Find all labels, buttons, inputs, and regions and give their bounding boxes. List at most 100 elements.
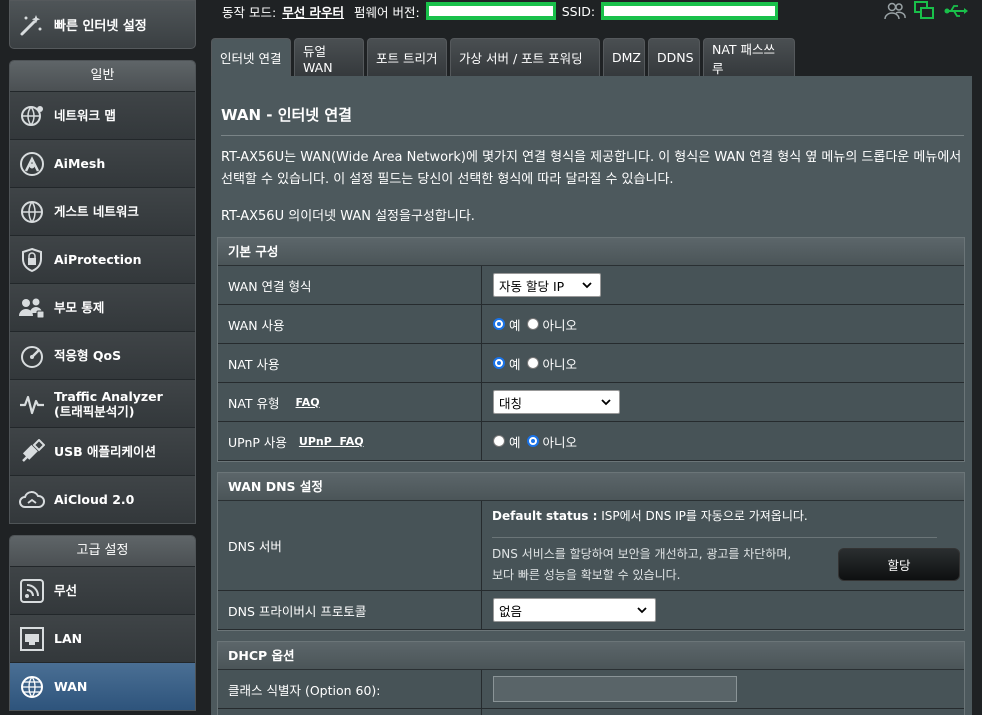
dhcp-options-section: DHCP 옵션 클래스 식별자 (Option 60): (217, 641, 965, 715)
sidebar-item-network-map[interactable]: 네트워크 맵 (10, 91, 195, 139)
dns-divider (492, 537, 937, 538)
tab-dual-wan[interactable]: 듀얼 WAN (294, 38, 364, 76)
advanced-menu-title: 고급 설정 (10, 536, 195, 566)
yes-label: 예 (509, 356, 521, 372)
page-description-2: RT-AX56U 의이더넷 WAN 설정을구성합니다. (221, 209, 475, 224)
users-icon[interactable] (884, 1, 906, 21)
dns-privacy-label: DNS 프라이버시 프로토콜 (218, 591, 482, 629)
wireless-icon (18, 577, 46, 605)
nat-type-row: NAT 유형 FAQ 대칭 (218, 383, 964, 422)
sidebar-item-parental-control[interactable]: 부모 통제 (10, 283, 195, 331)
assign-dns-button[interactable]: 할당 (838, 548, 960, 581)
wan-enable-row: WAN 사용 예 아니오 (218, 305, 964, 344)
nat-type-faq-link[interactable]: FAQ (296, 396, 320, 409)
status-icons (884, 1, 968, 21)
sidebar-item-adaptive-qos[interactable]: 적응형 QoS (10, 331, 195, 379)
globe-network-icon (18, 102, 46, 130)
sidebar-item-label: AiMesh (54, 156, 106, 171)
sidebar-item-label: AiCloud 2.0 (54, 492, 135, 507)
class-id-row: 클래스 식별자 (Option 60): (218, 670, 964, 709)
sidebar-item-wan[interactable]: WAN (10, 662, 195, 710)
nat-type-select[interactable]: 대칭 (493, 390, 620, 414)
wan-enable-no-radio[interactable]: 아니오 (526, 315, 577, 334)
nat-enable-no-radio[interactable]: 아니오 (526, 354, 578, 373)
chevron-down-icon (637, 607, 647, 614)
sidebar-item-lan[interactable]: LAN (10, 614, 195, 662)
operation-mode-link[interactable]: 무선 라우터 (282, 2, 344, 21)
main-panel: WAN - 인터넷 연결 RT-AX56U는 WAN(Wide Area Net… (211, 76, 972, 715)
sidebar-item-aiprotection[interactable]: AiProtection (10, 235, 195, 283)
title-divider (221, 135, 964, 136)
tab-port-trigger[interactable]: 포트 트리거 (367, 38, 447, 76)
radio-selected (493, 357, 505, 369)
tab-dmz[interactable]: DMZ (603, 38, 645, 76)
nat-type-label: NAT 유형 (228, 395, 280, 411)
wan-type-label: WAN 연결 형식 (218, 266, 482, 304)
sidebar-item-label: 무선 (54, 583, 78, 598)
wan-enable-label: WAN 사용 (218, 305, 482, 343)
upnp-faq-link[interactable]: UPnP FAQ (299, 435, 364, 448)
firmware-label: 펌웨어 버전: (354, 4, 420, 20)
sidebar-item-guest-network[interactable]: 게스트 네트워크 (10, 187, 195, 235)
ssid-label: SSID: (561, 3, 596, 19)
wan-dns-section: WAN DNS 설정 DNS 서버 Default status : ISP에서… (217, 472, 965, 631)
usb-status-icon[interactable] (944, 1, 968, 21)
dns-status-text: ISP에서 DNS IP를 자동으로 가져옵니다. (597, 509, 808, 523)
dns-privacy-row: DNS 프라이버시 프로토콜 없음 (218, 591, 964, 630)
basic-config-section: 기본 구성 WAN 연결 형식 자동 할당 IP WAN 사용 예 아니오 NA… (217, 237, 965, 462)
wan-type-select[interactable]: 자동 할당 IP (493, 273, 601, 297)
sidebar-item-traffic-analyzer[interactable]: Traffic Analyzer (트래픽분석기) (10, 379, 195, 427)
ssid-redacted[interactable] (601, 2, 779, 20)
globe-icon (18, 673, 46, 701)
sidebar-item-usb-application[interactable]: USB 애플리케이션 (10, 427, 195, 475)
page-description: RT-AX56U는 WAN(Wide Area Network)에 몇가지 연결… (221, 150, 962, 187)
class-id-input[interactable] (493, 676, 737, 702)
quick-internet-setup-button[interactable]: 빠른 인터넷 설정 (9, 0, 196, 49)
advanced-menu: 고급 설정 무선 LAN WAN (9, 535, 196, 711)
dns-help-line-2: 보다 빠른 성능을 확보할 수 있습니다. (492, 568, 681, 582)
wand-icon (20, 14, 42, 35)
gauge-icon (18, 342, 46, 370)
dhcp-options-header: DHCP 옵션 (218, 642, 964, 670)
network-connected-icon[interactable] (914, 1, 936, 21)
no-label: 아니오 (542, 356, 578, 372)
sidebar: 빠른 인터넷 설정 일반 네트워크 맵 AiMesh 게스트 네트워크 AiPr… (0, 0, 205, 715)
dns-status-label: Default status : (492, 509, 598, 523)
dns-help-text: DNS 서비스를 할당하여 보안을 개선하고, 광고를 차단하며, 보다 빠른 … (492, 544, 791, 586)
guest-network-icon (18, 198, 46, 226)
wan-enable-yes-radio[interactable]: 예 (493, 315, 521, 334)
wan-type-row: WAN 연결 형식 자동 할당 IP (218, 266, 964, 305)
cloud-icon (18, 486, 46, 514)
radio-selected (493, 318, 505, 330)
parental-control-icon (18, 294, 46, 322)
wan-dns-header: WAN DNS 설정 (218, 473, 964, 501)
dns-privacy-value: 없음 (499, 603, 523, 619)
pulse-icon (18, 390, 46, 418)
sidebar-item-wireless[interactable]: 무선 (10, 566, 195, 614)
upnp-yes-radio[interactable]: 예 (493, 432, 521, 451)
tab-ddns[interactable]: DDNS (648, 38, 700, 76)
radio-selected (526, 435, 539, 447)
basic-config-header: 기본 구성 (218, 238, 964, 266)
firmware-version-redacted[interactable] (425, 2, 556, 20)
general-menu: 일반 네트워크 맵 AiMesh 게스트 네트워크 AiProtection 부… (9, 60, 196, 524)
quick-internet-setup-label: 빠른 인터넷 설정 (54, 19, 147, 34)
dns-default-status: Default status : ISP에서 DNS IP를 자동으로 가져옵니… (492, 507, 808, 524)
nat-enable-yes-radio[interactable]: 예 (493, 354, 521, 373)
usb-icon (18, 438, 46, 466)
sidebar-item-label: LAN (54, 631, 83, 646)
chevron-down-icon (582, 282, 592, 289)
shield-icon (18, 246, 46, 274)
dns-server-row: DNS 서버 Default status : ISP에서 DNS IP를 자동… (218, 501, 964, 591)
tab-virtual-server[interactable]: 가상 서버 / 포트 포워딩 (450, 38, 600, 76)
sidebar-item-label: USB 애플리케이션 (54, 444, 157, 459)
dns-privacy-select[interactable]: 없음 (493, 598, 656, 622)
sidebar-item-aicloud[interactable]: AiCloud 2.0 (10, 475, 195, 523)
upnp-no-radio[interactable]: 아니오 (526, 432, 577, 451)
tab-nat-passthrough[interactable]: NAT 패스쓰루 (703, 38, 795, 76)
sidebar-item-aimesh[interactable]: AiMesh (10, 139, 195, 187)
status-bar: 동작 모드: 무선 라우터 펌웨어 버전: SSID: (222, 0, 779, 22)
yes-label: 예 (509, 434, 521, 450)
sidebar-item-label: 적응형 QoS (54, 348, 122, 363)
tab-internet-connection[interactable]: 인터넷 연결 (211, 38, 291, 76)
